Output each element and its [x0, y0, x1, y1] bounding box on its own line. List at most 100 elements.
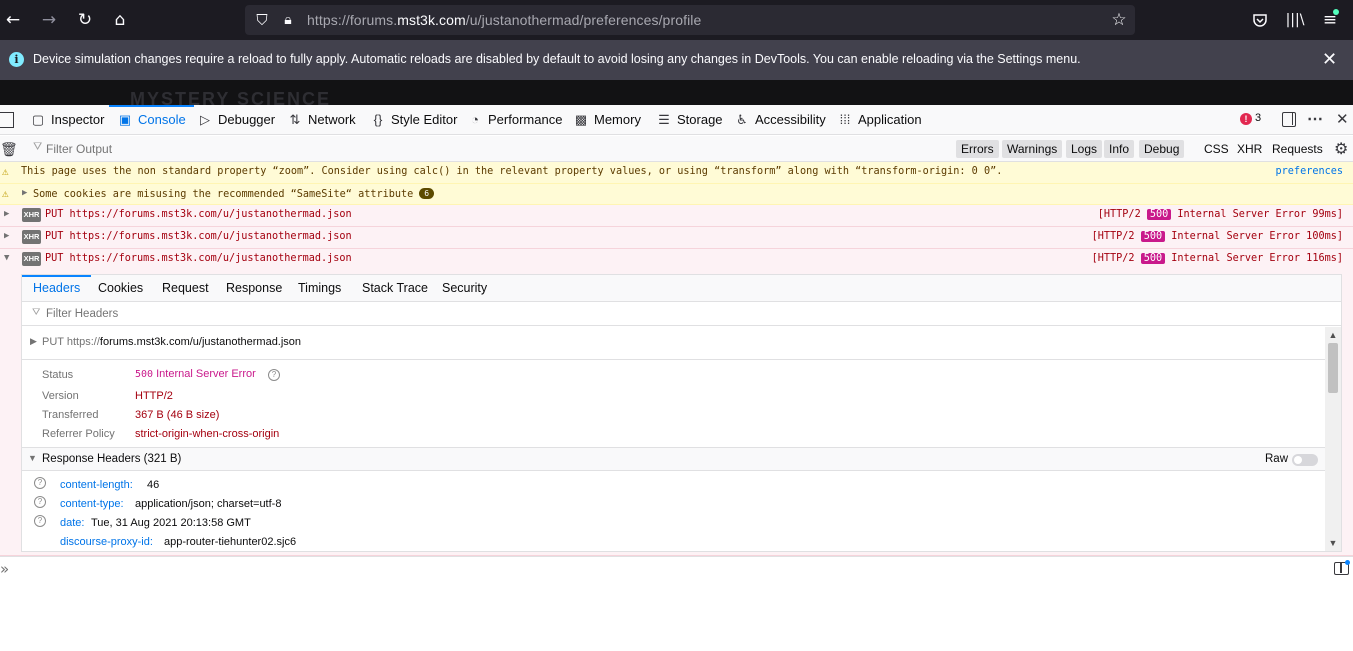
home-icon[interactable]: ⌂ — [108, 8, 132, 32]
version-label: Version — [42, 390, 79, 402]
tab-memory[interactable]: ▩ Memory — [573, 105, 641, 135]
editor-mode-dot-icon — [1345, 560, 1350, 565]
filter-debug-button[interactable]: Debug — [1139, 140, 1185, 158]
more-options-icon[interactable]: ⋯ — [1307, 109, 1323, 129]
filter-errors-button[interactable]: Errors — [956, 140, 999, 158]
cookie-warning-message[interactable]: ⚠ ▶ Some cookies are misusing the recomm… — [0, 184, 1353, 205]
expand-arrow-icon[interactable]: ▶ — [4, 209, 9, 219]
dock-toggle-icon[interactable] — [1282, 112, 1296, 127]
tab-response[interactable]: Response — [226, 275, 282, 301]
request-status: [HTTP/2 500 Internal Server Error 99ms] — [1097, 209, 1343, 220]
header-name: content-length: — [60, 479, 133, 491]
tab-timings[interactable]: Timings — [298, 275, 341, 301]
element-picker-icon[interactable] — [0, 112, 14, 128]
xhr-badge: XHR — [22, 230, 41, 244]
close-icon[interactable]: ✕ — [1322, 49, 1337, 70]
tracking-shield-icon[interactable]: ⛉ — [250, 8, 274, 32]
warning-icon: ⚠ — [2, 165, 9, 178]
accessibility-icon: ♿︎ — [736, 112, 748, 127]
scroll-down-icon[interactable]: ▼ — [1325, 535, 1341, 551]
lock-icon[interactable]: 🔒︎ — [276, 8, 300, 32]
library-icon[interactable]: |||\ — [1283, 8, 1307, 32]
tab-stack-trace[interactable]: Stack Trace — [362, 275, 428, 301]
details-scrollbar[interactable]: ▲ ▼ — [1325, 327, 1341, 551]
clear-console-icon[interactable]: 🗑︎ — [0, 141, 18, 158]
collapse-arrow-icon[interactable]: ▼ — [4, 253, 9, 263]
devtools-toolbar: ▢ Inspector ▣ Console ▷ Debugger ⇅ Network {… — [0, 105, 1353, 135]
help-icon[interactable]: ? — [268, 369, 280, 381]
filter-headers-input[interactable] — [30, 305, 430, 323]
tab-accessibility[interactable]: ♿︎ Accessibility — [734, 105, 826, 135]
url-bar[interactable]: ⛉ 🔒︎ https://forums.mst3k.com/u/justanot… — [245, 5, 1135, 35]
bookmark-star-icon[interactable]: ☆ — [1107, 8, 1131, 32]
xhr-error-row[interactable]: ▶ XHR PUT https://forums.mst3k.com/u/jus… — [0, 227, 1353, 249]
url-path: /u/justanothermad/preferences/profile — [465, 12, 702, 28]
expand-arrow-icon[interactable]: ▶ — [30, 336, 37, 347]
header-value: app-router-tiehunter02.sjc6 — [164, 536, 297, 548]
network-details-panel: Headers Cookies Request Response Timings… — [21, 274, 1342, 552]
xhr-error-row[interactable]: ▶ XHR PUT https://forums.mst3k.com/u/jus… — [0, 205, 1353, 227]
referrer-policy-value: strict-origin-when-cross-origin — [135, 428, 280, 440]
page-content-strip: MYSTERY SCIENCE — [0, 80, 1353, 109]
referrer-policy-label: Referrer Policy — [42, 428, 115, 440]
tab-storage[interactable]: ☰ Storage — [656, 105, 722, 135]
tab-security[interactable]: Security — [442, 275, 487, 301]
collapse-arrow-icon[interactable]: ▼ — [28, 453, 37, 463]
help-icon[interactable]: ? — [34, 496, 46, 508]
raw-toggle-switch[interactable] — [1292, 454, 1318, 466]
browser-nav-bar: ← → ↻ ⌂ ⛉ 🔒︎ https://forums.mst3k.com/u/… — [0, 0, 1353, 40]
tab-network[interactable]: ⇅ Network — [287, 105, 356, 135]
reload-icon[interactable]: ↻ — [73, 8, 97, 32]
tab-application[interactable]: ⁞⁞⁞ Application — [837, 105, 922, 135]
help-icon[interactable]: ? — [34, 477, 46, 489]
tab-style-editor[interactable]: {} Style Editor — [370, 105, 458, 135]
filter-logs-button[interactable]: Logs — [1066, 140, 1103, 158]
scroll-up-icon[interactable]: ▲ — [1325, 327, 1341, 343]
tab-headers[interactable]: Headers — [21, 275, 92, 301]
filter-xhr-button[interactable]: XHR — [1232, 140, 1267, 158]
header-name: content-type: — [60, 498, 124, 510]
source-link[interactable]: preferences — [1276, 166, 1343, 177]
url-scheme: https://forums. — [307, 12, 398, 28]
transferred-label: Transferred — [42, 409, 99, 421]
inspector-icon: ▢ — [31, 112, 45, 127]
pocket-icon[interactable] — [1248, 8, 1272, 32]
request-status: [HTTP/2 500 Internal Server Error 116ms] — [1091, 253, 1343, 264]
url-text[interactable]: https://forums.mst3k.com/u/justanotherma… — [307, 12, 701, 28]
tab-request[interactable]: Request — [162, 275, 209, 301]
filter-output-input[interactable] — [28, 140, 628, 158]
scrollbar-thumb[interactable] — [1328, 343, 1338, 393]
console-input-area[interactable]: » — [0, 556, 1353, 651]
transferred-value: 367 B (46 B size) — [135, 409, 220, 421]
info-icon: i — [9, 52, 24, 67]
error-count[interactable]: 3 — [1255, 112, 1261, 124]
forward-arrow-icon[interactable]: → — [37, 8, 61, 32]
raw-label: Raw — [1265, 453, 1289, 465]
filter-requests-button[interactable]: Requests — [1267, 140, 1328, 158]
request-summary-url[interactable]: PUT https://forums.mst3k.com/u/justanoth… — [42, 336, 301, 348]
filter-warnings-button[interactable]: Warnings — [1002, 140, 1063, 158]
zoom-warning-message: ⚠ This page uses the non standard proper… — [0, 162, 1353, 184]
tab-performance[interactable]: ◔ Performance — [467, 105, 562, 135]
version-value: HTTP/2 — [135, 390, 173, 402]
tab-console[interactable]: ▣ Console — [109, 105, 194, 135]
performance-icon: ◔ — [471, 112, 479, 127]
tab-inspector[interactable]: ▢ Inspector — [30, 105, 105, 135]
filter-info-button[interactable]: Info — [1104, 140, 1135, 158]
tab-cookies[interactable]: Cookies — [98, 275, 143, 301]
error-icon[interactable]: ! — [1240, 113, 1252, 125]
expand-arrow-icon[interactable]: ▶ — [22, 188, 27, 198]
console-settings-gear-icon[interactable]: ⚙ — [1334, 139, 1348, 159]
close-devtools-icon[interactable]: ✕ — [1336, 110, 1349, 128]
back-arrow-icon[interactable]: ← — [1, 8, 25, 32]
console-filter-bar: 🗑︎ ⛛ Errors Warnings Logs Info Debug CSS… — [0, 136, 1353, 162]
help-icon[interactable]: ? — [34, 515, 46, 527]
header-name: date: — [60, 517, 85, 529]
response-headers-section-header[interactable]: ▼ Response Headers (321 B) Raw — [22, 447, 1325, 471]
filter-css-button[interactable]: CSS — [1199, 140, 1234, 158]
notification-text: Device simulation changes require a relo… — [33, 52, 1081, 66]
expand-arrow-icon[interactable]: ▶ — [4, 231, 9, 241]
headers-filter-bar: ⛛ — [22, 302, 1341, 326]
repeat-count-badge: 6 — [419, 188, 435, 199]
tab-debugger[interactable]: ▷ Debugger — [197, 105, 275, 135]
